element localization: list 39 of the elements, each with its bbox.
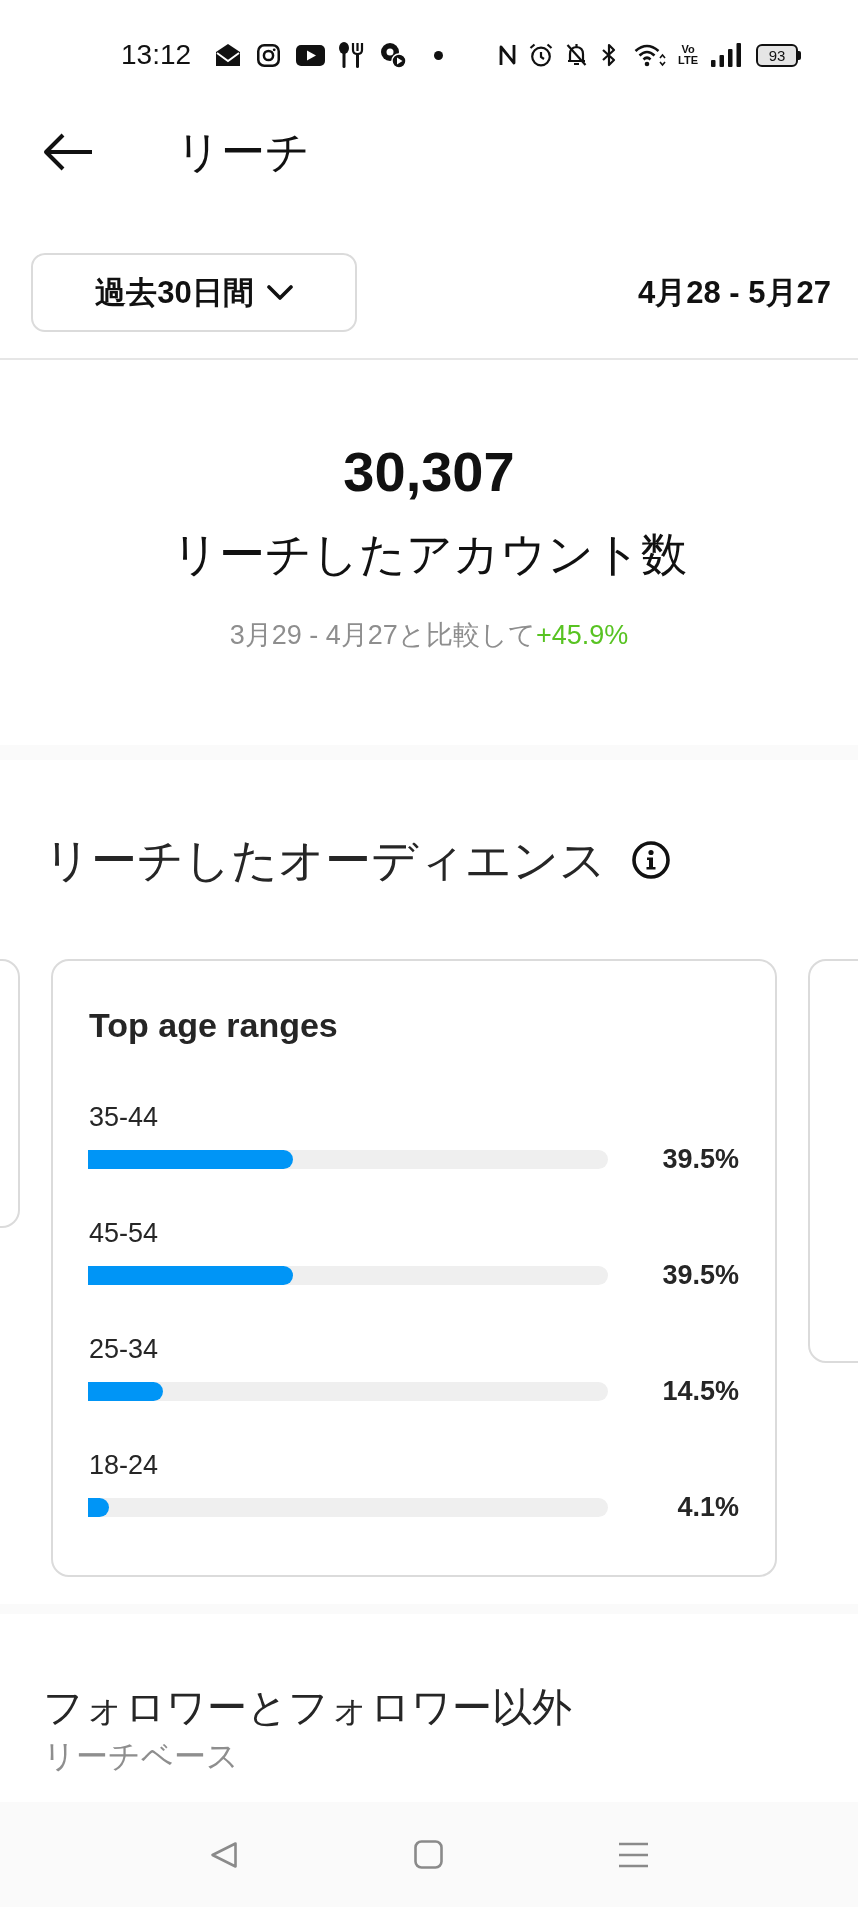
status-time: 13:12 xyxy=(121,41,192,69)
menu-icon[interactable] xyxy=(619,1841,648,1868)
signal-bars-icon xyxy=(711,43,743,67)
disc-play-icon xyxy=(379,41,408,69)
back-icon[interactable] xyxy=(210,1840,238,1869)
date-range: 4月28 - 5月27 xyxy=(638,273,831,312)
volte-label: Vo LTE xyxy=(678,44,699,66)
envelope-icon xyxy=(215,43,242,67)
age-range-label: 45-54 xyxy=(89,1217,159,1249)
battery-indicator: 93 xyxy=(756,43,802,67)
section-heading: フォロワーとフォロワー以外 xyxy=(43,1684,572,1731)
play-button-icon xyxy=(296,44,326,66)
card-title: Top age ranges xyxy=(89,1005,338,1045)
reach-count: 30,307 xyxy=(343,440,515,504)
section-subtitle: リーチベース xyxy=(43,1737,239,1776)
info-icon[interactable] xyxy=(632,841,670,879)
age-range-label: 35-44 xyxy=(89,1101,159,1133)
page-title: リーチ xyxy=(176,126,310,178)
home-icon[interactable] xyxy=(414,1840,443,1869)
percentage-value: 4.1% xyxy=(677,1491,739,1523)
percentage-value: 39.5% xyxy=(662,1143,739,1175)
comparison-text: 3月29 - 4月27と比較して xyxy=(229,620,536,650)
age-range-label: 18-24 xyxy=(89,1449,159,1481)
chevron-down-icon xyxy=(266,285,293,300)
camera-icon xyxy=(257,43,281,67)
section-heading: リーチしたオーディエンス xyxy=(44,833,606,888)
percentage-value: 14.5% xyxy=(662,1375,739,1407)
period-dropdown[interactable]: 過去30日間 xyxy=(31,253,357,332)
spoon-fork-icon xyxy=(338,42,365,68)
percentage-value: 39.5% xyxy=(662,1259,739,1291)
change-value: +45.9% xyxy=(535,620,629,650)
dot-icon xyxy=(434,50,444,60)
reach-label: リーチしたアカウント数 xyxy=(171,527,687,582)
wifi-icon xyxy=(634,43,667,67)
back-arrow-icon[interactable] xyxy=(42,132,94,172)
bell-off-icon xyxy=(566,43,588,67)
nfc-icon xyxy=(498,43,518,67)
alarm-clock-icon xyxy=(529,43,554,67)
age-range-label: 25-34 xyxy=(89,1333,159,1365)
